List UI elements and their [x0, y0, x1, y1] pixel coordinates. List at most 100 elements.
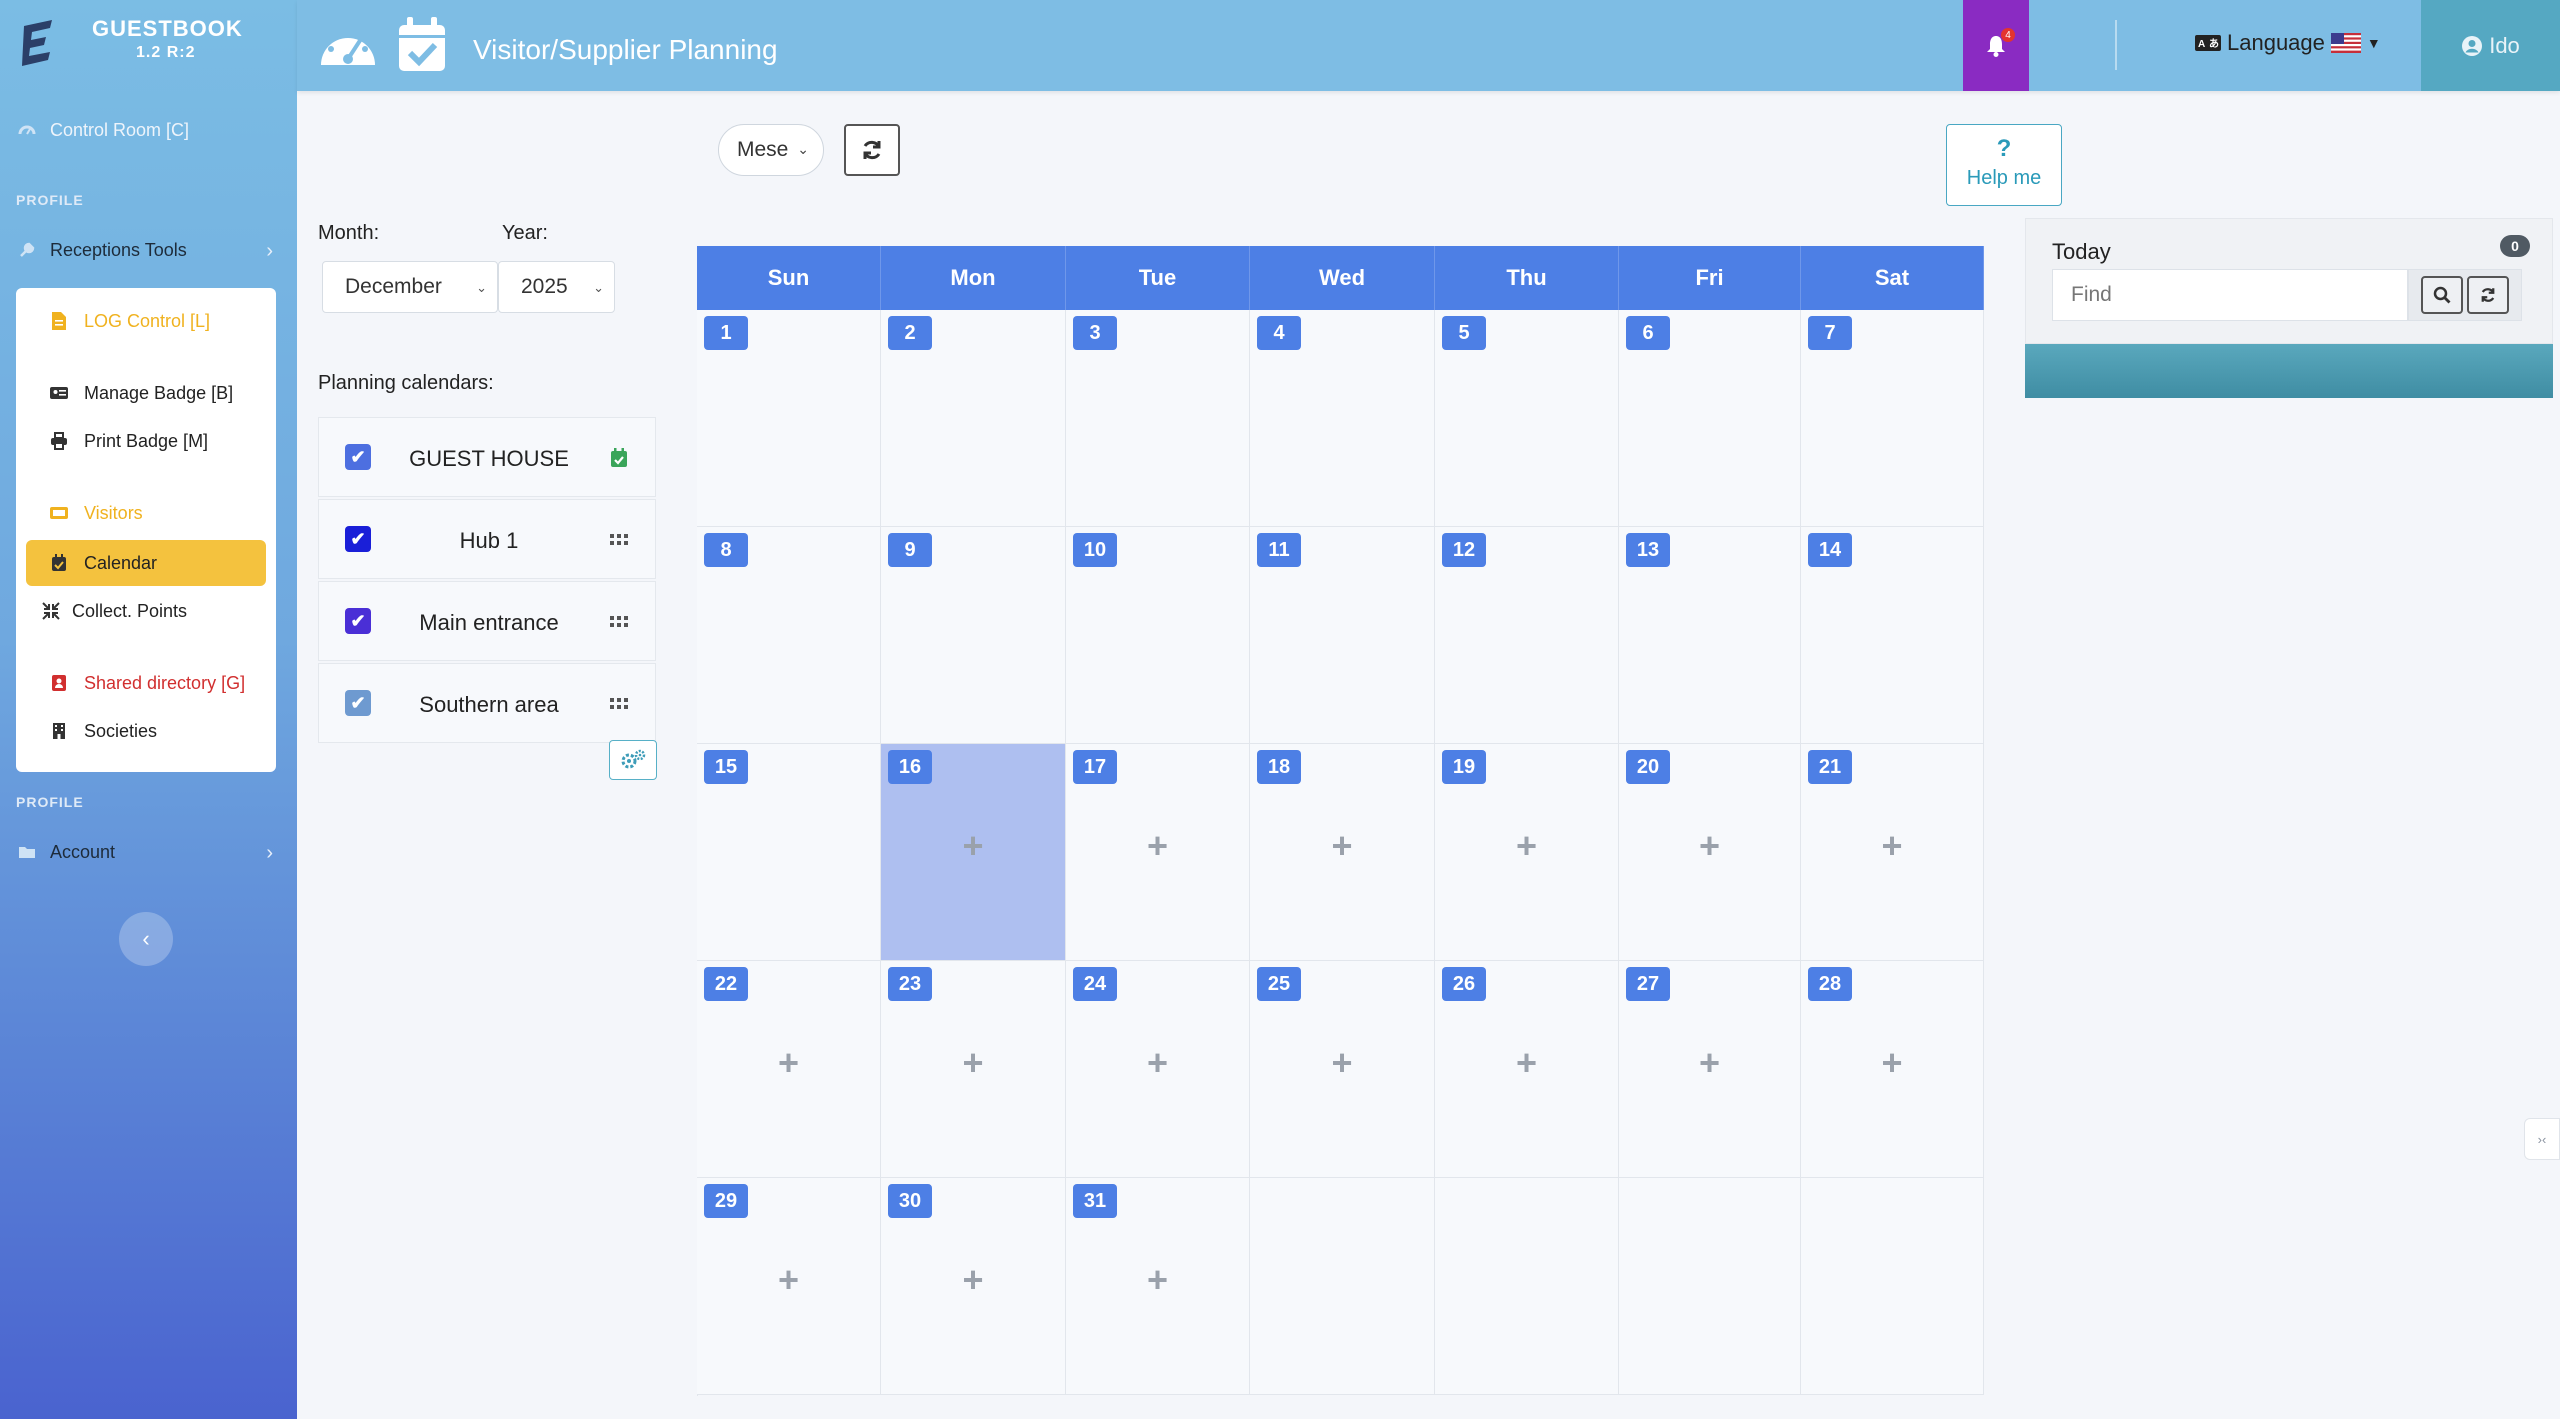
calendar-checkbox[interactable]: ✔: [345, 608, 371, 634]
calendar-day-cell[interactable]: 28 +: [1801, 961, 1984, 1178]
calendar-checkbox[interactable]: ✔: [345, 526, 371, 552]
calendar-day-cell[interactable]: 27 +: [1619, 961, 1801, 1178]
submenu-item-calendar[interactable]: Calendar: [26, 540, 266, 586]
day-number[interactable]: 20: [1626, 750, 1670, 784]
grid-icon[interactable]: [607, 692, 631, 716]
calendar-day-cell[interactable]: 8: [697, 527, 881, 744]
month-select[interactable]: December ⌄: [322, 261, 498, 313]
add-event-icon[interactable]: +: [1516, 1045, 1537, 1081]
search-button[interactable]: [2421, 276, 2463, 314]
day-number[interactable]: 12: [1442, 533, 1486, 567]
calendar-check-icon[interactable]: [391, 14, 453, 76]
submenu-item-manage-badge[interactable]: Manage Badge [B]: [26, 370, 266, 416]
calendar-day-cell[interactable]: 26 +: [1435, 961, 1619, 1178]
day-number[interactable]: 30: [888, 1184, 932, 1218]
planning-calendar-item[interactable]: ✔ GUEST HOUSE: [318, 417, 656, 497]
add-event-icon[interactable]: +: [1516, 828, 1537, 864]
calendar-day-cell[interactable]: 3: [1066, 310, 1250, 527]
grid-icon[interactable]: [607, 610, 631, 634]
notifications-button[interactable]: 4: [1963, 0, 2029, 91]
calendar-day-cell[interactable]: 24 +: [1066, 961, 1250, 1178]
calendar-day-cell[interactable]: 7: [1801, 310, 1984, 527]
calendar-day-cell[interactable]: 2: [881, 310, 1066, 527]
grid-icon[interactable]: [607, 528, 631, 552]
day-number[interactable]: 10: [1073, 533, 1117, 567]
calendar-day-cell[interactable]: 5: [1435, 310, 1619, 527]
calendar-check-icon[interactable]: [607, 446, 631, 470]
calendar-day-cell[interactable]: 19 +: [1435, 744, 1619, 961]
calendar-day-cell[interactable]: 6: [1619, 310, 1801, 527]
find-input[interactable]: [2052, 269, 2408, 321]
day-number[interactable]: 16: [888, 750, 932, 784]
add-event-icon[interactable]: +: [1699, 1045, 1720, 1081]
day-number[interactable]: 8: [704, 533, 748, 567]
calendar-checkbox[interactable]: ✔: [345, 690, 371, 716]
add-event-icon[interactable]: +: [1147, 1045, 1168, 1081]
calendar-day-cell[interactable]: 17 +: [1066, 744, 1250, 961]
language-dropdown[interactable]: Aあ Language ▼: [2195, 30, 2381, 56]
calendar-settings-button[interactable]: [609, 740, 657, 780]
add-event-icon[interactable]: +: [962, 1262, 983, 1298]
day-number[interactable]: 15: [704, 750, 748, 784]
add-event-icon[interactable]: +: [778, 1262, 799, 1298]
day-number[interactable]: 31: [1073, 1184, 1117, 1218]
calendar-day-cell[interactable]: 20 +: [1619, 744, 1801, 961]
day-number[interactable]: 28: [1808, 967, 1852, 1001]
calendar-day-cell[interactable]: 22 +: [697, 961, 881, 1178]
planning-calendar-item[interactable]: ✔ Main entrance: [318, 581, 656, 661]
calendar-day-cell[interactable]: 25 +: [1250, 961, 1435, 1178]
sidebar-item-reception-tools[interactable]: Receptions Tools ›: [0, 230, 297, 270]
day-number[interactable]: 19: [1442, 750, 1486, 784]
submenu-item-print-badge[interactable]: Print Badge [M]: [26, 418, 266, 464]
day-number[interactable]: 25: [1257, 967, 1301, 1001]
calendar-day-cell[interactable]: 13: [1619, 527, 1801, 744]
calendar-day-cell[interactable]: 15: [697, 744, 881, 961]
reload-button[interactable]: [2467, 276, 2509, 314]
view-mode-select[interactable]: Mese ⌄: [718, 124, 824, 176]
day-number[interactable]: 1: [704, 316, 748, 350]
side-tab-toggle[interactable]: ›‹: [2524, 1118, 2560, 1160]
day-number[interactable]: 23: [888, 967, 932, 1001]
day-number[interactable]: 24: [1073, 967, 1117, 1001]
calendar-day-cell[interactable]: 14: [1801, 527, 1984, 744]
calendar-day-cell[interactable]: 12: [1435, 527, 1619, 744]
day-number[interactable]: 11: [1257, 533, 1301, 567]
calendar-checkbox[interactable]: ✔: [345, 444, 371, 470]
day-number[interactable]: 17: [1073, 750, 1117, 784]
calendar-day-cell[interactable]: 16 +: [881, 744, 1066, 961]
submenu-item-log-control[interactable]: LOG Control [L]: [26, 298, 266, 344]
planning-calendar-item[interactable]: ✔ Hub 1: [318, 499, 656, 579]
add-event-icon[interactable]: +: [1147, 828, 1168, 864]
sidebar-item-control-room[interactable]: Control Room [C]: [0, 110, 297, 150]
add-event-icon[interactable]: +: [962, 828, 983, 864]
day-number[interactable]: 21: [1808, 750, 1852, 784]
day-number[interactable]: 4: [1257, 316, 1301, 350]
user-menu[interactable]: Ido: [2421, 0, 2560, 91]
add-event-icon[interactable]: +: [1331, 828, 1352, 864]
add-event-icon[interactable]: +: [778, 1045, 799, 1081]
refresh-button[interactable]: [844, 124, 900, 176]
calendar-day-cell[interactable]: 11: [1250, 527, 1435, 744]
calendar-day-cell[interactable]: 18 +: [1250, 744, 1435, 961]
sidebar-item-account[interactable]: Account ›: [0, 832, 297, 872]
day-number[interactable]: 6: [1626, 316, 1670, 350]
day-number[interactable]: 2: [888, 316, 932, 350]
sidebar-collapse-button[interactable]: ‹: [119, 912, 173, 966]
calendar-day-cell[interactable]: 29 +: [697, 1178, 881, 1395]
add-event-icon[interactable]: +: [1147, 1262, 1168, 1298]
year-select[interactable]: 2025 ⌄: [498, 261, 615, 313]
planning-calendar-item[interactable]: ✔ Southern area: [318, 663, 656, 743]
calendar-day-cell[interactable]: 4: [1250, 310, 1435, 527]
calendar-day-cell[interactable]: 10: [1066, 527, 1250, 744]
day-number[interactable]: 27: [1626, 967, 1670, 1001]
dashboard-gauge-icon[interactable]: [317, 14, 379, 76]
day-number[interactable]: 29: [704, 1184, 748, 1218]
submenu-item-societies[interactable]: Societies: [26, 708, 266, 754]
add-event-icon[interactable]: +: [962, 1045, 983, 1081]
day-number[interactable]: 26: [1442, 967, 1486, 1001]
day-number[interactable]: 13: [1626, 533, 1670, 567]
day-number[interactable]: 18: [1257, 750, 1301, 784]
brand[interactable]: GUESTBOOK 1.2 R:2: [0, 0, 297, 92]
day-number[interactable]: 3: [1073, 316, 1117, 350]
add-event-icon[interactable]: +: [1881, 1045, 1902, 1081]
